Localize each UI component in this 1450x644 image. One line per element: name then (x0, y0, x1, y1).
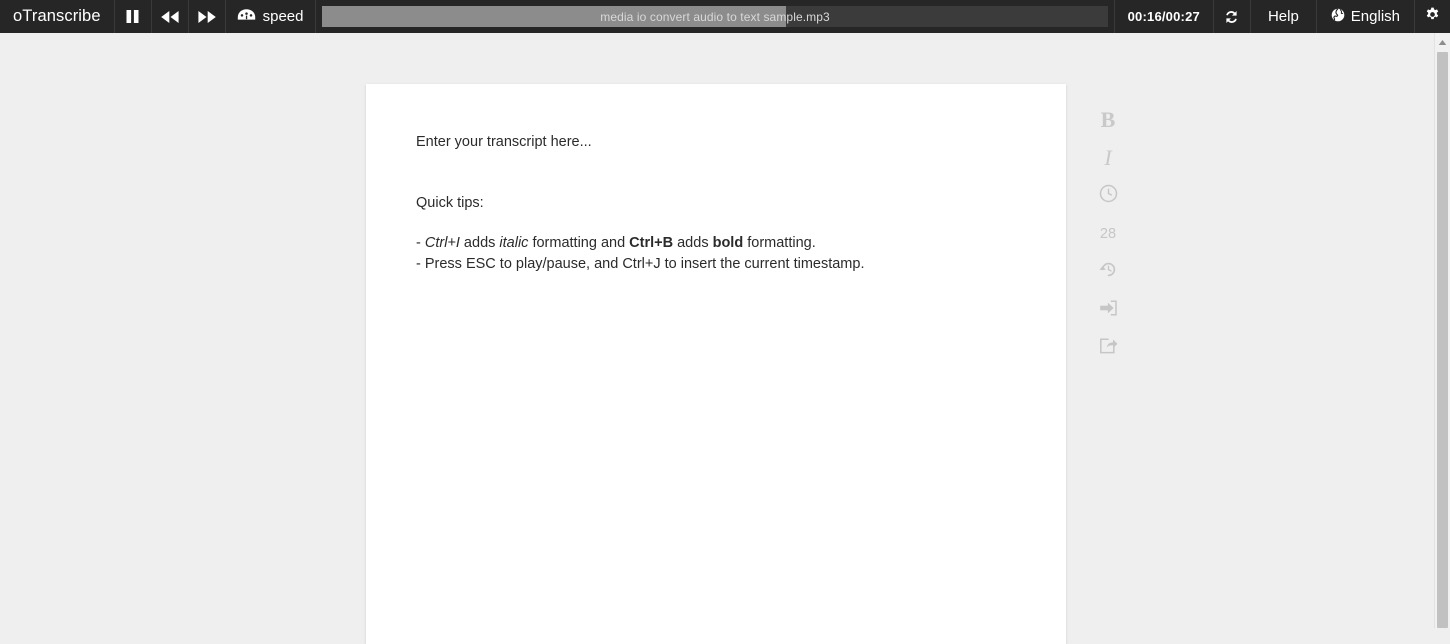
restore-history-icon (1099, 260, 1118, 284)
italic-button[interactable]: I (1089, 139, 1127, 177)
globe-icon (1331, 7, 1345, 26)
scroll-up-button[interactable] (1435, 33, 1450, 50)
language-label: English (1350, 8, 1400, 25)
transcript-editor[interactable]: Enter your transcript here... Quick tips… (366, 84, 1066, 274)
word-count: 28 (1089, 215, 1127, 253)
language-button[interactable]: English (1317, 0, 1415, 33)
tip1-mid-1: adds (459, 235, 500, 252)
scroll-up-arrow-icon (1438, 33, 1447, 51)
transcript-placeholder-line: Enter your transcript here... (416, 132, 1016, 153)
help-label: Help (1267, 8, 1299, 25)
editor-blank-line (416, 173, 1016, 193)
tip-line-2: - Press ESC to play/pause, and Ctrl+J to… (416, 255, 865, 272)
speed-button[interactable]: speed (226, 0, 317, 33)
gear-icon (1425, 7, 1440, 26)
export-share-icon (1099, 337, 1118, 360)
import-icon (1099, 299, 1118, 322)
transcript-page: Enter your transcript here... Quick tips… (366, 84, 1066, 644)
tip1-shortcut-italic: Ctrl+I (424, 235, 460, 252)
tip1-prefix: - (416, 235, 425, 252)
clock-icon (1099, 184, 1118, 208)
settings-button[interactable] (1415, 0, 1450, 33)
fast-forward-icon (197, 10, 217, 24)
import-button[interactable] (1089, 291, 1127, 329)
pause-button[interactable] (115, 0, 152, 33)
time-display: 00:16/00:27 (1115, 0, 1214, 33)
quick-tips-heading: Quick tips: (416, 193, 1016, 214)
speedometer-icon (237, 8, 256, 26)
brand-label: oTranscribe (13, 7, 101, 25)
fast-forward-button[interactable] (189, 0, 226, 33)
scrollbar-thumb[interactable] (1437, 52, 1448, 628)
media-progress-bar[interactable]: media io convert audio to text sample.mp… (322, 6, 1108, 27)
word-count-value: 28 (1099, 226, 1117, 242)
speed-label: speed (262, 8, 304, 25)
rewind-button[interactable] (152, 0, 189, 33)
rewind-icon (160, 10, 180, 24)
tip1-shortcut-bold: Ctrl+B (629, 235, 674, 252)
page-scrollbar[interactable] (1434, 33, 1450, 628)
app-brand-logo[interactable]: oTranscribe (0, 0, 115, 33)
help-button[interactable]: Help (1251, 0, 1317, 33)
quick-tips-label: Quick tips: (416, 194, 484, 211)
sync-icon (1223, 9, 1240, 25)
placeholder-text: Enter your transcript here... (416, 134, 592, 150)
tip1-mid-2: formatting and (528, 235, 630, 252)
tip1-suffix: formatting. (743, 235, 816, 252)
tip1-word-italic: italic (499, 235, 529, 252)
bold-button[interactable]: B (1089, 101, 1127, 139)
seek-area: media io convert audio to text sample.mp… (316, 0, 1115, 33)
sync-button[interactable] (1214, 0, 1251, 33)
export-share-button[interactable] (1089, 329, 1127, 367)
tip1-word-bold: bold (712, 235, 744, 252)
restore-history-button[interactable] (1089, 253, 1127, 291)
pause-icon (124, 8, 141, 25)
top-toolbar: oTranscribe speed media io convert audio… (0, 0, 1450, 33)
tip1-mid-3: adds (673, 235, 713, 252)
italic-label: I (1104, 145, 1112, 170)
insert-timestamp-button[interactable] (1089, 177, 1127, 215)
media-filename-label: media io convert audio to text sample.mp… (600, 9, 830, 24)
bold-label: B (1100, 107, 1116, 132)
editor-tool-rail: B I 28 (1088, 101, 1128, 367)
editor-workspace: Enter your transcript here... Quick tips… (0, 33, 1434, 644)
tip-line-1: - Ctrl+I adds italic formatting and Ctrl… (416, 233, 1016, 254)
